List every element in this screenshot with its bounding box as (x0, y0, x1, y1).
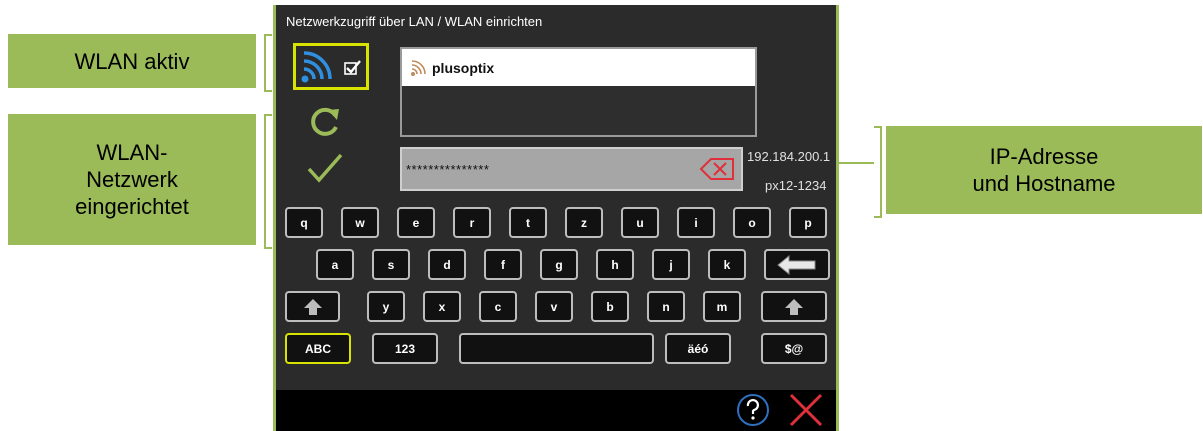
key-q[interactable]: q (285, 207, 323, 238)
key-p[interactable]: p (789, 207, 827, 238)
callout-ip-host-connector (834, 162, 874, 164)
shift-key-right[interactable] (761, 291, 827, 322)
network-list[interactable]: plusoptix (400, 47, 757, 137)
accent-key[interactable]: äéó (665, 333, 731, 364)
key-y[interactable]: y (367, 291, 405, 322)
numbers-key[interactable]: 123 (372, 333, 438, 364)
key-t[interactable]: t (509, 207, 547, 238)
key-b[interactable]: b (591, 291, 629, 322)
key-o[interactable]: o (733, 207, 771, 238)
key-x[interactable]: x (423, 291, 461, 322)
refresh-icon[interactable] (308, 105, 342, 139)
key-d[interactable]: d (428, 249, 466, 280)
key-w[interactable]: w (341, 207, 379, 238)
password-value: *************** (406, 161, 490, 177)
network-list-empty-area (402, 86, 755, 135)
device-screen: Netzwerkzugriff über LAN / WLAN einricht… (273, 5, 839, 431)
key-c[interactable]: c (479, 291, 517, 322)
help-icon[interactable] (736, 393, 770, 427)
key-s[interactable]: s (372, 249, 410, 280)
callout-ip-host: IP-Adresse und Hostname (886, 126, 1202, 214)
key-z[interactable]: z (565, 207, 603, 238)
key-r[interactable]: r (453, 207, 491, 238)
wifi-icon (301, 50, 332, 82)
callout-ip-host-bracket (874, 126, 882, 218)
shift-key-left[interactable] (285, 291, 340, 322)
backspace-key-visible[interactable] (764, 249, 830, 280)
shift-icon (785, 298, 803, 315)
wifi-signal-icon (411, 59, 426, 76)
checkbox-checked-icon (344, 59, 361, 75)
shift-icon (303, 298, 322, 315)
hostname: px12-1234 (765, 178, 827, 193)
abc-key[interactable]: ABC (285, 333, 351, 364)
ip-address: 192.184.200.1 (747, 149, 831, 164)
key-j[interactable]: j (652, 249, 690, 280)
key-h[interactable]: h (596, 249, 634, 280)
backspace-icon (777, 254, 816, 275)
password-field[interactable]: *************** (400, 147, 743, 191)
key-n[interactable]: n (647, 291, 685, 322)
check-icon (307, 153, 343, 183)
wlan-toggle[interactable] (293, 43, 369, 90)
key-g[interactable]: g (540, 249, 578, 280)
delete-icon[interactable] (699, 158, 735, 180)
callout-wlan-network: WLAN- Netzwerk eingerichtet (8, 114, 256, 245)
page-title: Netzwerkzugriff über LAN / WLAN einricht… (286, 14, 543, 29)
key-k[interactable]: k (708, 249, 746, 280)
key-i[interactable]: i (677, 207, 715, 238)
callout-wlan-active: WLAN aktiv (8, 34, 256, 88)
space-key[interactable] (459, 333, 654, 364)
key-a[interactable]: a (316, 249, 354, 280)
key-e[interactable]: e (397, 207, 435, 238)
close-icon[interactable] (786, 390, 826, 430)
callout-wlan-network-bracket (264, 114, 272, 249)
key-m[interactable]: m (703, 291, 741, 322)
key-u[interactable]: u (621, 207, 659, 238)
key-f[interactable]: f (484, 249, 522, 280)
symbols-key[interactable]: $@ (761, 333, 827, 364)
callout-wlan-active-bracket (264, 34, 272, 92)
network-name: plusoptix (432, 59, 495, 76)
network-item[interactable]: plusoptix (402, 49, 755, 86)
key-v[interactable]: v (535, 291, 573, 322)
